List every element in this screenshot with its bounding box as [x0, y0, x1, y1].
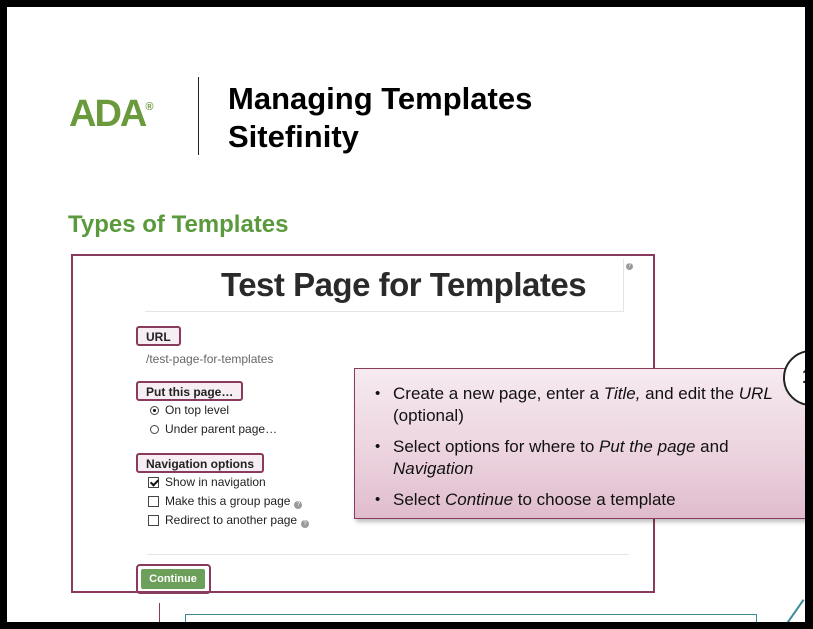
bracket-line [159, 603, 160, 622]
slide-title: Managing Templates Sitefinity [228, 80, 532, 156]
slide-title-line1: Managing Templates [228, 81, 533, 116]
checkbox-redirect[interactable]: Redirect to another page? [148, 513, 310, 528]
instruction-item: Select options for where to Put the page… [375, 436, 800, 480]
connector-line [785, 599, 805, 622]
ada-logo: ADA® [69, 93, 154, 135]
page-title-field[interactable]: Test Page for Templates [145, 259, 624, 312]
navigation-options-label: Navigation options [136, 453, 264, 473]
instructions-callout: Create a new page, enter a Title, and ed… [354, 368, 805, 519]
help-icon[interactable]: ? [301, 520, 310, 528]
instruction-item: Select Continue to choose a template [375, 489, 800, 511]
checkbox-group-page[interactable]: Make this a group page? [148, 494, 303, 509]
section-title: Types of Templates [68, 211, 289, 238]
header-divider [198, 77, 199, 155]
slide: ADA® Managing Templates Sitefinity Types… [7, 7, 805, 622]
form-divider [147, 554, 629, 555]
continue-highlight: Continue [136, 564, 211, 594]
checkbox-checked-icon [148, 477, 159, 488]
help-icon[interactable]: ? [294, 501, 303, 509]
radio-top-level[interactable]: On top level [150, 403, 229, 417]
checkbox-show-navigation[interactable]: Show in navigation [148, 475, 266, 489]
page-title-value: Test Page for Templates [221, 266, 587, 303]
radio-checked-icon [150, 406, 159, 415]
url-label: URL [136, 326, 181, 346]
put-page-label: Put this page… [136, 381, 244, 401]
slide-title-line2: Sitefinity [228, 119, 359, 154]
instructions-list: Create a new page, enter a Title, and ed… [375, 383, 800, 520]
instruction-item: Create a new page, enter a Title, and ed… [375, 383, 800, 427]
next-screenshot-edge [185, 614, 757, 622]
checkbox-empty-icon [148, 496, 159, 507]
radio-empty-icon [150, 425, 159, 434]
help-icon[interactable]: ? [626, 263, 633, 270]
url-value[interactable]: /test-page-for-templates [146, 352, 273, 366]
radio-under-parent[interactable]: Under parent page… [150, 422, 277, 436]
checkbox-empty-icon [148, 515, 159, 526]
continue-button[interactable]: Continue [141, 569, 205, 589]
